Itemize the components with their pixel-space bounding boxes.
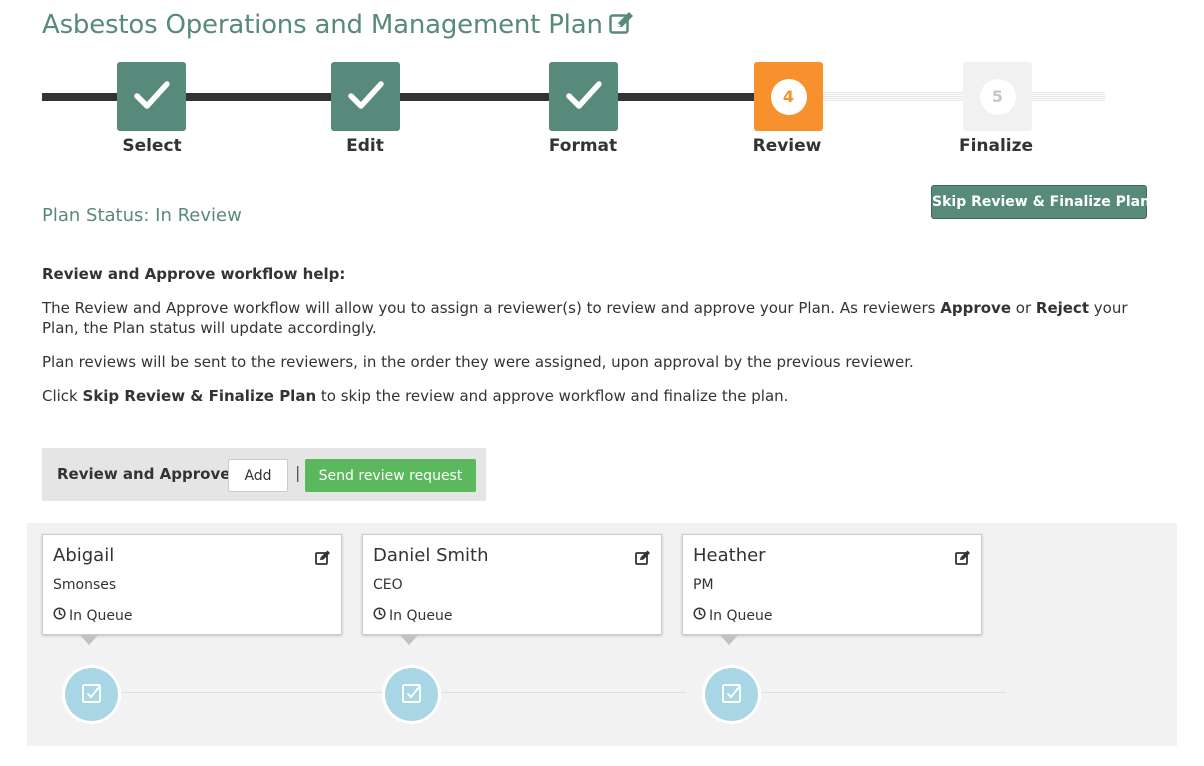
checkbox-icon xyxy=(401,682,423,708)
clock-icon xyxy=(693,607,709,624)
check-icon xyxy=(565,80,602,114)
node-inner xyxy=(65,668,118,721)
reviewer-status-text: In Queue xyxy=(389,607,453,624)
help-title: Review and Approve workflow help: xyxy=(42,265,346,283)
step-number: 5 xyxy=(979,78,1016,115)
help-text: to skip the review and approve workflow … xyxy=(316,387,789,405)
reviewer-role: PM xyxy=(693,577,714,593)
plan-status: Plan Status: In Review xyxy=(42,205,242,226)
reviewer-name: Daniel Smith xyxy=(373,545,489,566)
clock-icon xyxy=(53,607,69,624)
reviewer-status-text: In Queue xyxy=(69,607,133,624)
review-approve-toolbar: Review and Approve - Add | Send review r… xyxy=(42,448,486,501)
page-title: Asbestos Operations and Management Plan xyxy=(42,10,635,42)
help-paragraph: Click Skip Review & Finalize Plan to ski… xyxy=(42,386,1152,406)
reviewer-name: Heather xyxy=(693,545,766,566)
wizard-step-review[interactable]: 4 xyxy=(754,62,823,131)
help-text: or xyxy=(1011,299,1036,317)
step-number: 4 xyxy=(770,78,807,115)
help-paragraph: The Review and Approve workflow will all… xyxy=(42,298,1152,338)
card-pointer xyxy=(80,635,98,645)
timeline-connector xyxy=(761,692,1006,693)
wizard-progress-remaining xyxy=(787,92,1105,102)
checkbox-icon xyxy=(81,682,103,708)
reviewer-status: In Queue xyxy=(373,607,452,624)
help-approve-text: Approve xyxy=(940,299,1011,317)
reviewer-name: Abigail xyxy=(53,545,115,566)
wizard-step-label: Format xyxy=(548,136,618,156)
review-approve-label: Review and Approve - xyxy=(57,465,242,483)
wizard-step-label: Edit xyxy=(346,136,384,156)
add-reviewer-button[interactable]: Add xyxy=(228,459,288,492)
wizard-step-label: Review xyxy=(752,136,822,156)
help-reject-text: Reject xyxy=(1035,299,1089,317)
send-review-request-button[interactable]: Send review request xyxy=(305,459,476,492)
node-inner xyxy=(705,668,758,721)
help-skip-text: Skip Review & Finalize Plan xyxy=(82,387,317,405)
reviewer-timeline-node[interactable] xyxy=(62,665,121,724)
reviewer-status: In Queue xyxy=(693,607,772,624)
reviewer-status-text: In Queue xyxy=(709,607,773,624)
wizard-step-select[interactable] xyxy=(117,62,186,131)
checkbox-icon xyxy=(721,682,743,708)
skip-review-finalize-button[interactable]: Skip Review & Finalize Plan xyxy=(931,185,1150,219)
clock-icon xyxy=(373,607,389,624)
edit-icon[interactable] xyxy=(608,11,635,42)
help-text: The Review and Approve workflow will all… xyxy=(42,299,941,317)
edit-icon[interactable] xyxy=(315,550,331,569)
reviewer-card: Heather PM In Queue xyxy=(682,534,982,635)
wizard-step-finalize[interactable]: 5 xyxy=(963,62,1032,131)
wizard-step-edit[interactable] xyxy=(331,62,400,131)
check-icon xyxy=(133,80,170,114)
toolbar-separator: | xyxy=(295,463,301,482)
wizard-step-label: Select xyxy=(122,136,182,156)
reviewer-card: Daniel Smith CEO In Queue xyxy=(362,534,662,635)
reviewer-status: In Queue xyxy=(53,607,132,624)
edit-icon[interactable] xyxy=(955,550,971,569)
reviewer-timeline-node[interactable] xyxy=(382,665,441,724)
page-title-text: Asbestos Operations and Management Plan xyxy=(42,10,603,40)
workflow-help: Review and Approve workflow help: The Re… xyxy=(42,264,1152,420)
card-pointer xyxy=(720,635,738,645)
wizard-step-label: Finalize xyxy=(958,136,1034,156)
check-icon xyxy=(347,80,384,114)
wizard-step-format[interactable] xyxy=(549,62,618,131)
help-paragraph: Plan reviews will be sent to the reviewe… xyxy=(42,353,914,371)
reviewer-role: Smonses xyxy=(53,577,117,593)
edit-icon[interactable] xyxy=(635,550,651,569)
card-pointer xyxy=(400,635,418,645)
node-inner xyxy=(385,668,438,721)
help-text: Click xyxy=(42,387,83,405)
reviewer-card: Abigail Smonses In Queue xyxy=(42,534,342,635)
reviewer-role: CEO xyxy=(373,577,403,593)
reviewer-timeline-node[interactable] xyxy=(702,665,761,724)
